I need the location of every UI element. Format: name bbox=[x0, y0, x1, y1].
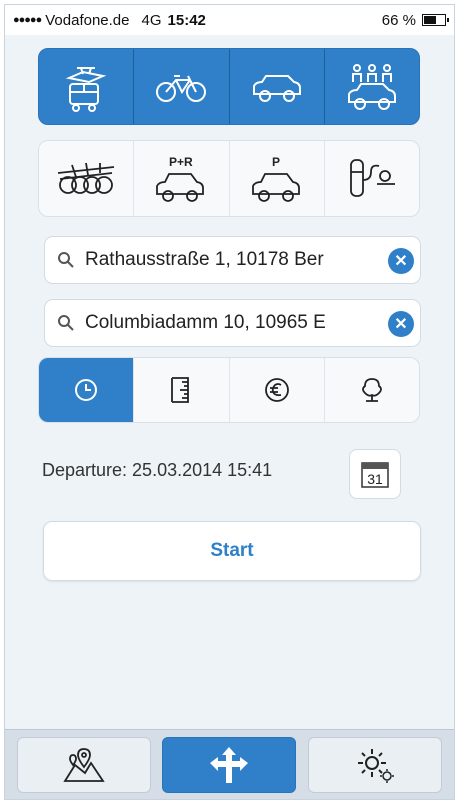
svg-text:P+R: P+R bbox=[169, 155, 193, 169]
mode-car-button[interactable] bbox=[228, 49, 324, 124]
tab-bar bbox=[5, 729, 454, 799]
battery-icon bbox=[422, 14, 449, 26]
calendar-button[interactable]: 31 bbox=[349, 449, 401, 499]
route-arrows-icon bbox=[210, 746, 249, 783]
settings-icon bbox=[358, 748, 395, 783]
tab-settings[interactable] bbox=[308, 736, 443, 793]
network-type: 4G bbox=[141, 11, 162, 29]
svg-text:P: P bbox=[272, 155, 280, 169]
app-screen: ●●●●● Vodafone.de 4G 15:42 66 % P+R P Ra… bbox=[4, 4, 455, 800]
pref-fastest-button[interactable] bbox=[39, 358, 134, 422]
clear-icon[interactable]: ✕ bbox=[388, 311, 414, 337]
tram-icon bbox=[65, 66, 107, 112]
parking-icon: P bbox=[251, 155, 300, 202]
route-preferences bbox=[38, 357, 420, 423]
departure-label: Departure: 25.03.2014 15:41 bbox=[42, 460, 273, 480]
pref-eco-button[interactable] bbox=[323, 358, 419, 422]
tab-route[interactable] bbox=[162, 736, 297, 793]
calendar-icon: 31 bbox=[361, 462, 389, 488]
status-bar: ●●●●● Vodafone.de 4G 15:42 66 % bbox=[5, 5, 454, 35]
clock-icon bbox=[75, 379, 98, 401]
status-time: 15:42 bbox=[167, 11, 206, 29]
signal-icon: ●●●●● bbox=[13, 14, 42, 26]
origin-field[interactable]: Rathausstraße 1, 10178 Ber ✕ bbox=[44, 236, 421, 284]
mode-tram-button[interactable] bbox=[39, 49, 133, 124]
search-icon bbox=[58, 252, 74, 268]
option-parking-button[interactable]: P bbox=[228, 141, 324, 216]
park-and-ride-icon: P+R bbox=[156, 155, 205, 202]
option-bike-sharing-button[interactable] bbox=[39, 141, 133, 216]
search-icon bbox=[58, 315, 74, 331]
transport-modes bbox=[38, 48, 420, 125]
mode-bicycle-button[interactable] bbox=[133, 49, 228, 124]
mode-carpool-button[interactable] bbox=[323, 49, 419, 124]
ruler-icon bbox=[171, 377, 190, 403]
origin-input[interactable]: Rathausstraße 1, 10178 Ber bbox=[85, 249, 371, 271]
bike-sharing-icon bbox=[58, 162, 115, 194]
pref-shortest-button[interactable] bbox=[133, 358, 228, 422]
pref-cheapest-button[interactable] bbox=[228, 358, 324, 422]
destination-input[interactable]: Columbiadamm 10, 10965 E bbox=[85, 312, 371, 334]
battery-percent: 66 % bbox=[381, 11, 416, 29]
start-button[interactable]: Start bbox=[43, 521, 421, 581]
tab-map[interactable] bbox=[16, 736, 151, 793]
option-park-and-ride-button[interactable]: P+R bbox=[133, 141, 228, 216]
carpool-icon bbox=[347, 63, 396, 110]
option-ev-charging-button[interactable] bbox=[323, 141, 419, 216]
transport-options: P+R P bbox=[38, 140, 420, 217]
euro-icon bbox=[264, 378, 289, 402]
clear-icon[interactable]: ✕ bbox=[388, 248, 414, 274]
tree-icon bbox=[361, 378, 382, 402]
destination-field[interactable]: Columbiadamm 10, 10965 E ✕ bbox=[44, 299, 421, 347]
svg-text:31: 31 bbox=[367, 471, 383, 487]
map-pin-icon bbox=[63, 747, 105, 782]
car-icon bbox=[252, 74, 301, 102]
carrier-name: Vodafone.de bbox=[45, 11, 130, 29]
ev-charging-icon bbox=[349, 158, 395, 197]
bicycle-icon bbox=[156, 74, 207, 102]
